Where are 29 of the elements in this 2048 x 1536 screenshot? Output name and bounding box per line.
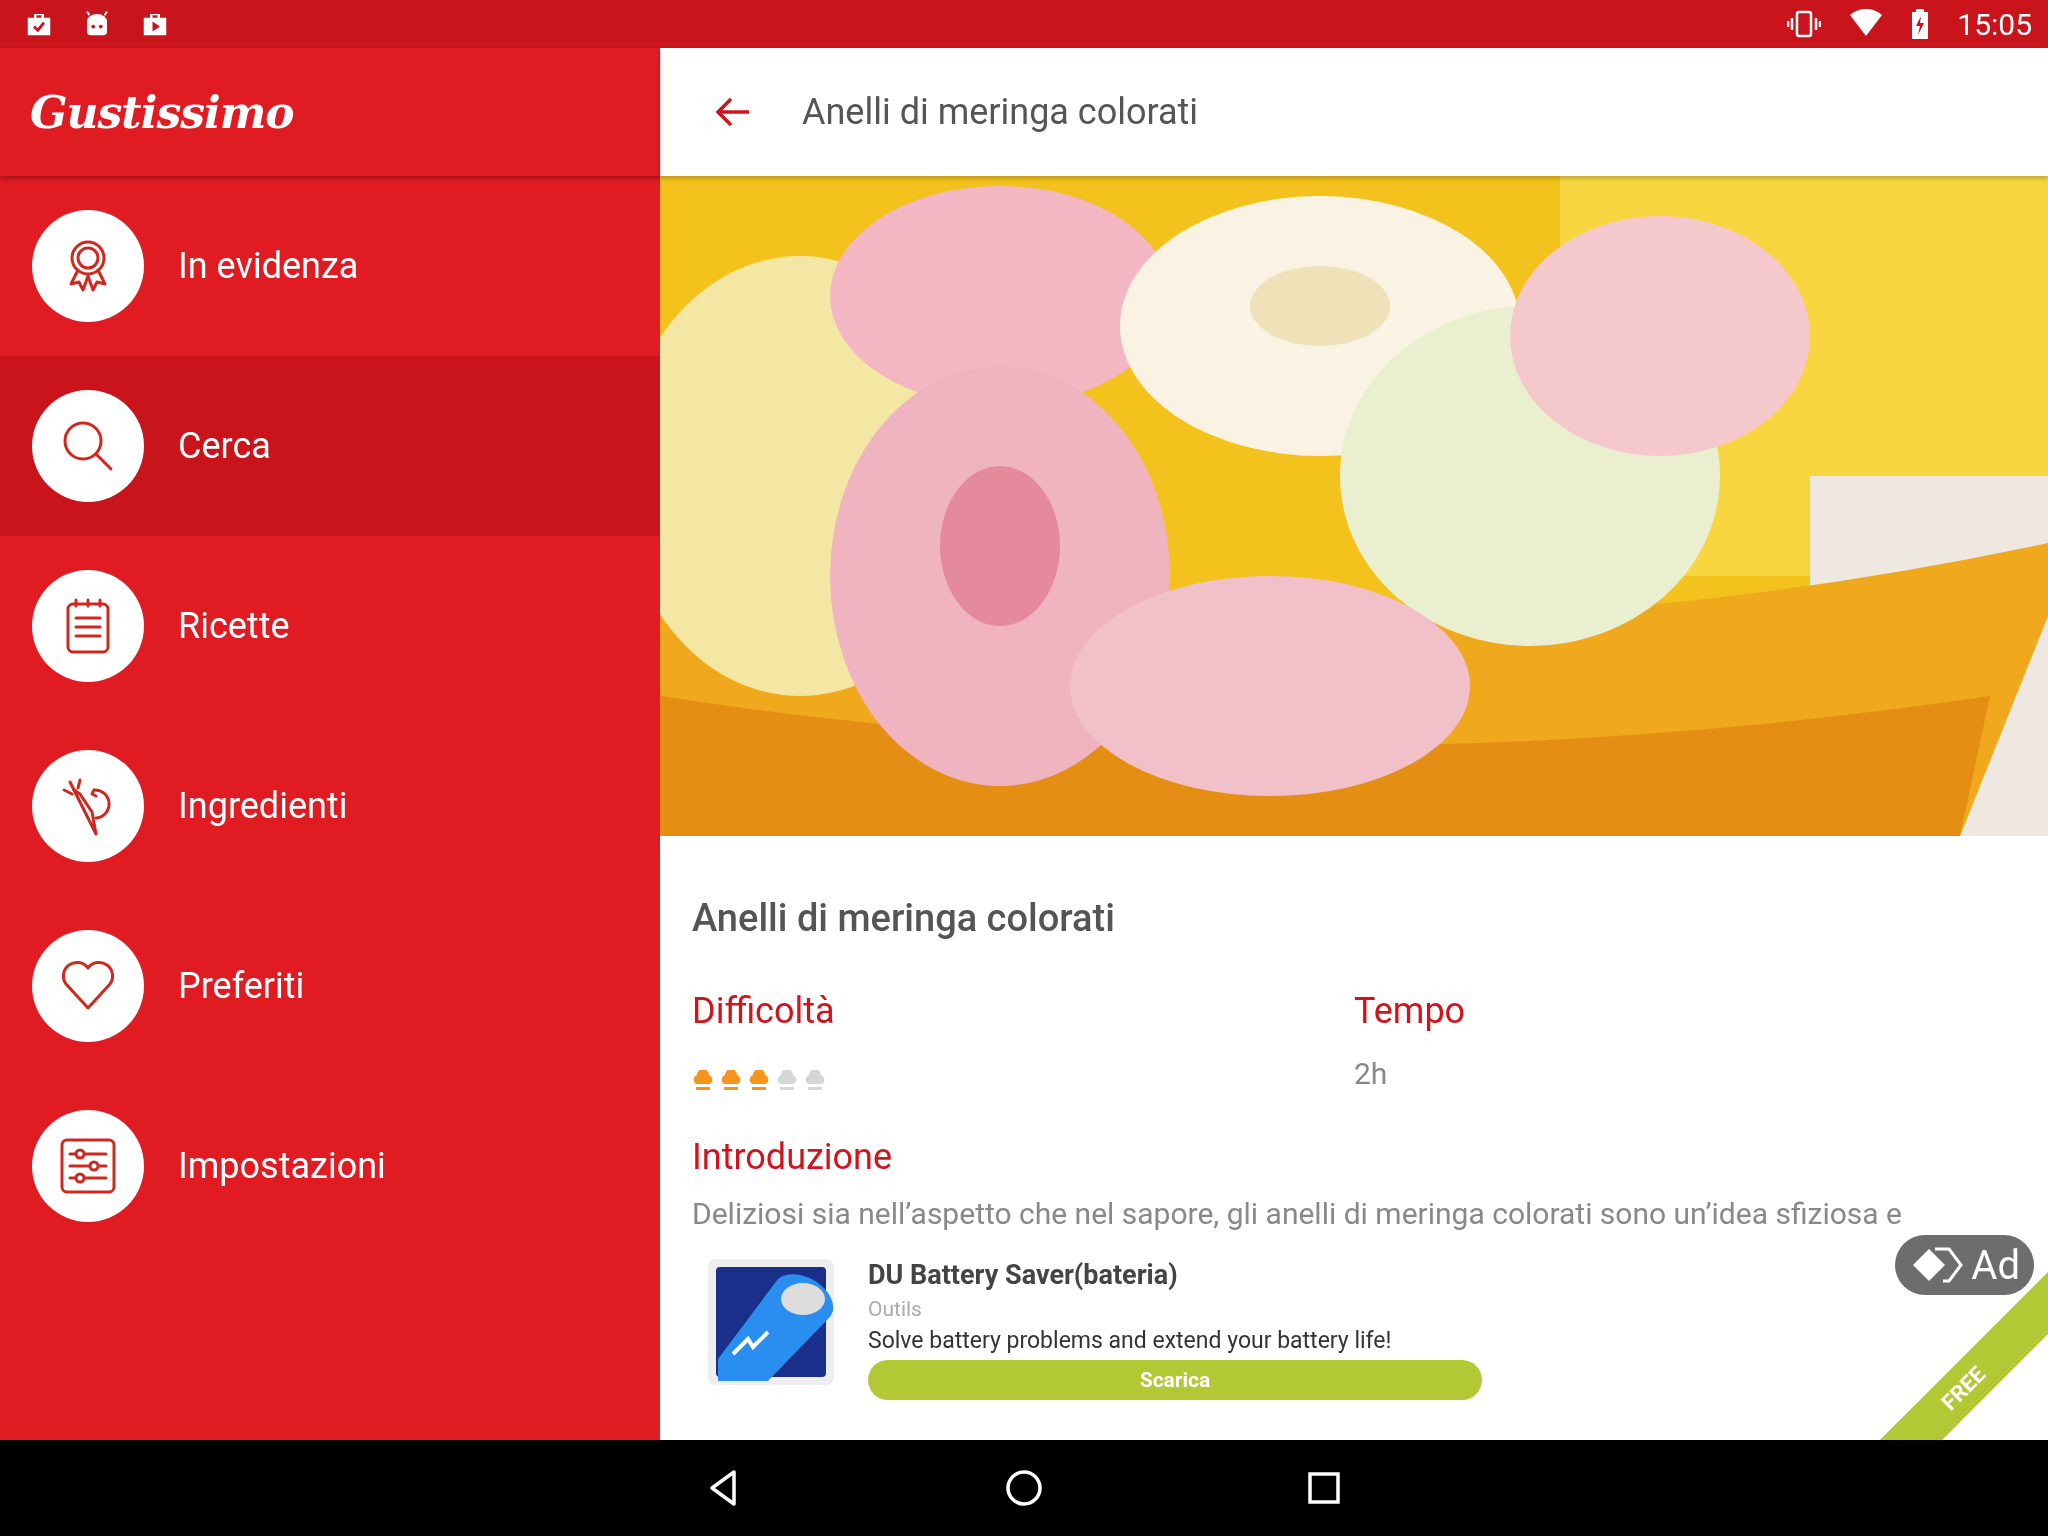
drawer-item[interactable]: Impostazioni — [0, 1076, 660, 1256]
toolbar-title: Anelli di meringa colorati — [802, 91, 1199, 133]
clock-time: 15:05 — [1957, 6, 2032, 42]
time-label: Tempo — [1354, 990, 1467, 1032]
chef-hat-icon — [720, 1070, 742, 1092]
ad-category: Outils — [868, 1297, 923, 1321]
drawer-item[interactable]: Ricette — [0, 536, 660, 716]
battery-app-icon — [708, 1259, 834, 1385]
intro-text: Deliziosi sia nell’aspetto che nel sapore, gli anelli di meringa colorati sono un’idea sfiziosa e — [692, 1196, 1903, 1231]
time-value: 2h — [1354, 1056, 1389, 1091]
app-logo: Gustissimo — [30, 86, 294, 138]
chef-hat-icon — [692, 1070, 714, 1092]
home-icon[interactable] — [1004, 1468, 1044, 1508]
drawer-item[interactable]: In evidenza — [0, 176, 660, 356]
difficulty-label: Difficoltà — [692, 990, 836, 1032]
ad-description: Solve battery problems and extend your battery life! — [868, 1327, 1393, 1354]
intro-label: Introduzione — [692, 1136, 894, 1178]
ad-badge: Ad — [1895, 1235, 2034, 1295]
chef-hat-icon — [748, 1070, 770, 1092]
drawer-item[interactable]: Preferiti — [0, 896, 660, 1076]
drawer-item[interactable]: Ingredienti — [0, 716, 660, 896]
chef-hat-icon — [804, 1070, 826, 1092]
chef-hat-icon — [776, 1070, 798, 1092]
ad-title: DU Battery Saver(bateria) — [868, 1259, 1179, 1291]
recipe-title: Anelli di meringa colorati — [692, 896, 1116, 940]
back-arrow-icon — [715, 96, 751, 128]
battery-charging-icon — [1911, 8, 1930, 40]
drawer-item[interactable]: Cerca — [0, 356, 660, 536]
vibrate-icon — [1787, 9, 1822, 39]
